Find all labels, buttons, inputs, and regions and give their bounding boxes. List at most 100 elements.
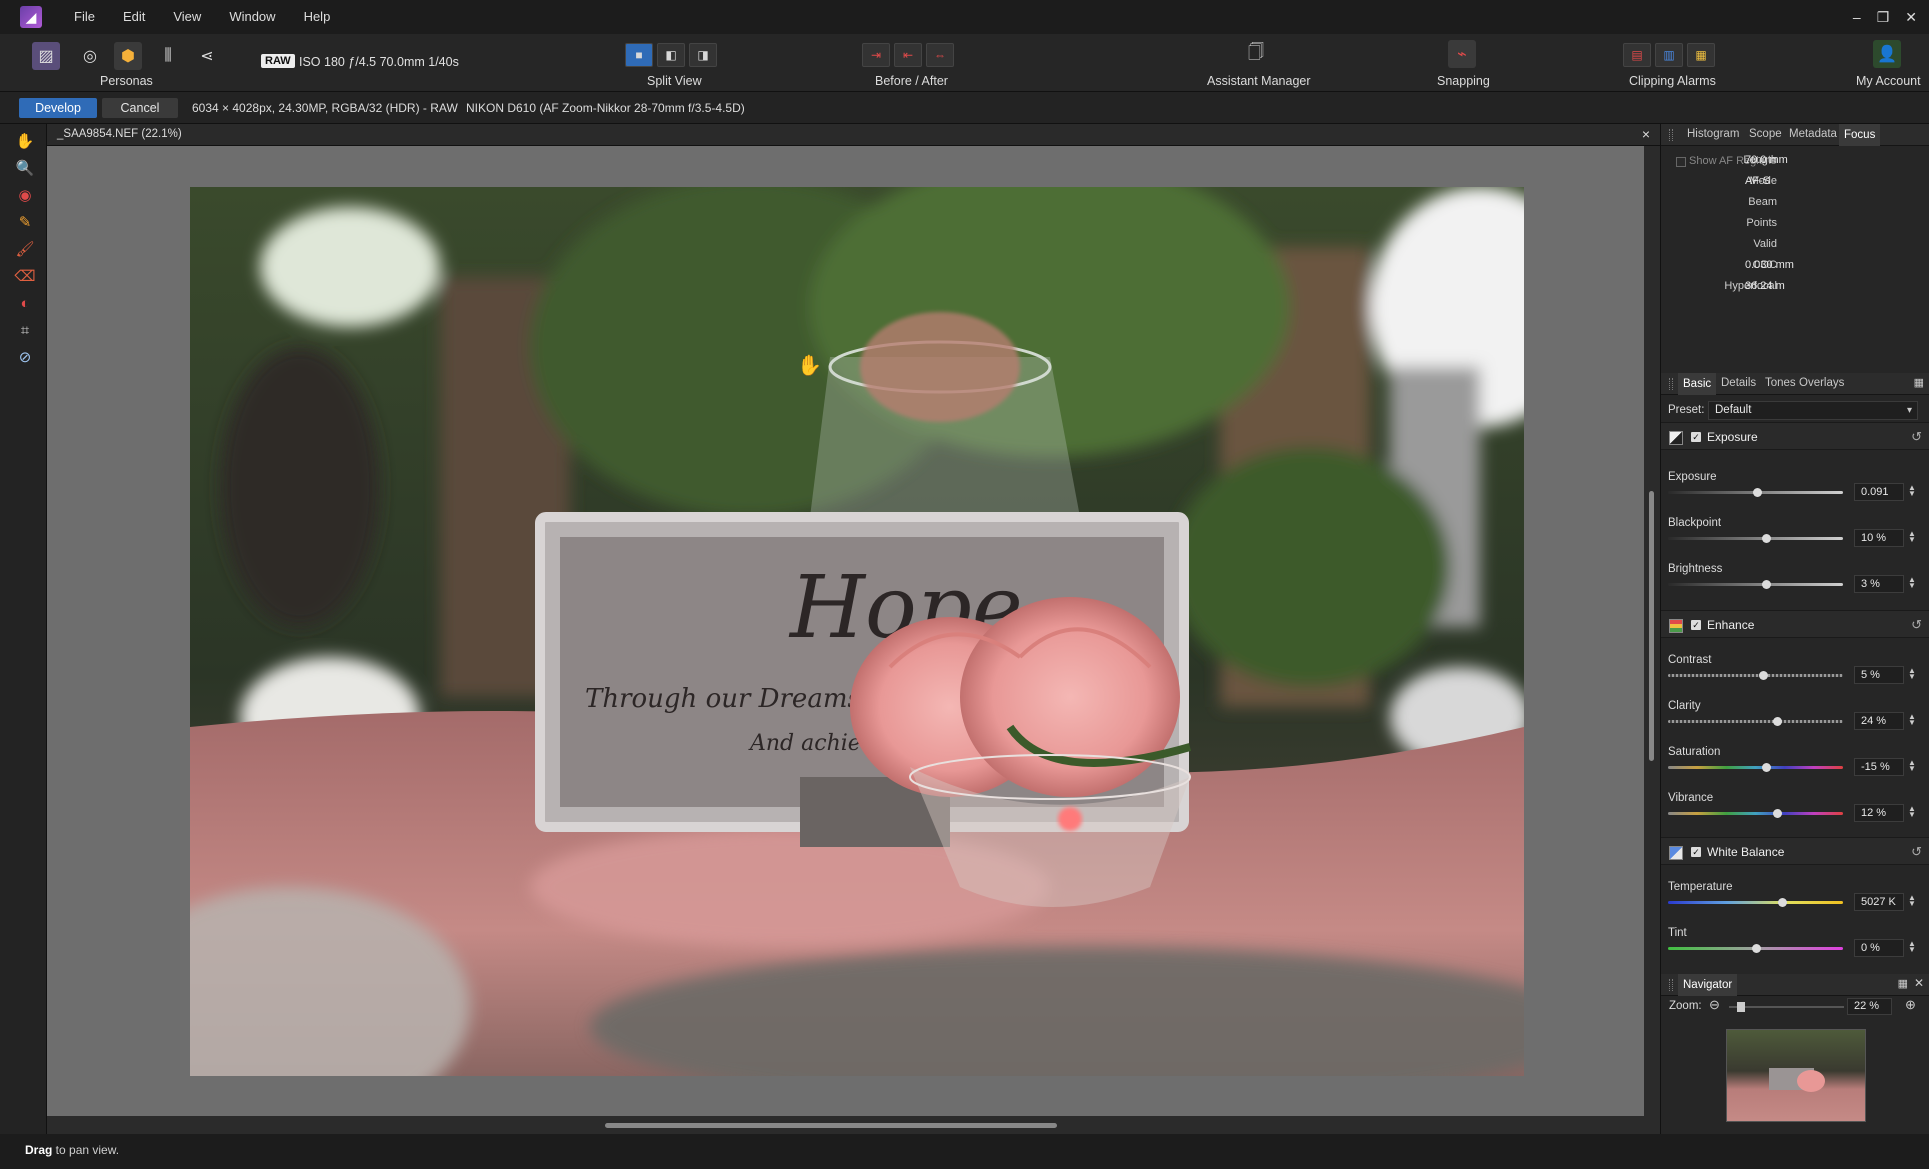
show-af-regions-checkbox[interactable] — [1676, 157, 1686, 167]
zoom-value-field[interactable]: 22 % — [1847, 998, 1892, 1015]
clarity-spinner-icon[interactable]: ▲ ▼ — [1908, 713, 1916, 727]
saturation-slider[interactable] — [1668, 763, 1843, 772]
document-tab[interactable]: _SAA9854.NEF (22.1%) × — [47, 124, 1660, 146]
snapping-magnet-icon[interactable]: ⌁ — [1448, 40, 1476, 68]
zoom-out-icon[interactable]: ⊖ — [1709, 997, 1720, 1013]
white-balance-reset-icon[interactable]: ↺ — [1911, 844, 1922, 860]
menu-view[interactable]: View — [159, 0, 215, 34]
contrast-value-field[interactable]: 5 % — [1854, 666, 1904, 684]
preset-select[interactable]: Default — [1708, 401, 1918, 420]
horizontal-scroll-thumb[interactable] — [605, 1123, 1057, 1128]
menu-file[interactable]: File — [60, 0, 109, 34]
swap-before-after-button[interactable]: ⇔ — [926, 43, 954, 67]
canvas-area[interactable]: Hope Through our Dreams, Hope s And achi… — [47, 146, 1644, 1116]
copy-after-button[interactable]: ⇤ — [894, 43, 922, 67]
develop-persona-icon[interactable]: ⬢ — [114, 42, 142, 70]
vibrance-slider-knob[interactable] — [1773, 809, 1782, 818]
clip-shadows-button[interactable]: ▤ — [1623, 43, 1651, 67]
tone-mapping-persona-icon[interactable]: ⫼ — [154, 42, 182, 70]
menu-window[interactable]: Window — [215, 0, 289, 34]
tab-tones[interactable]: Tones — [1765, 377, 1796, 389]
white-balance-enable-checkbox[interactable]: ✓ — [1691, 847, 1701, 857]
exposure-slider-knob[interactable] — [1753, 488, 1762, 497]
panel-grip-icon[interactable] — [1669, 129, 1673, 141]
overlay-paint-tool-icon[interactable]: 🖌 — [14, 238, 36, 260]
close-window-icon[interactable]: ✕ — [1905, 9, 1917, 26]
account-user-icon[interactable]: 👤 — [1873, 40, 1901, 68]
blackpoint-value-field[interactable]: 10 % — [1854, 529, 1904, 547]
develop-button[interactable]: Develop — [19, 98, 97, 118]
clip-highlights-button[interactable]: ▥ — [1655, 43, 1683, 67]
white-balance-section-header[interactable]: ✓ White Balance ↺ — [1661, 837, 1929, 865]
exposure-section-header[interactable]: ✓ Exposure ↺ — [1661, 422, 1929, 450]
zoom-slider[interactable] — [1729, 1002, 1844, 1012]
vertical-scrollbar[interactable] — [1644, 146, 1660, 1116]
copy-before-button[interactable]: ⇥ — [862, 43, 890, 67]
clip-tones-button[interactable]: ▦ — [1687, 43, 1715, 67]
overlay-gradient-tool-icon[interactable]: ◐ — [14, 292, 36, 314]
contrast-slider-knob[interactable] — [1759, 671, 1768, 680]
tab-basic[interactable]: Basic — [1678, 373, 1717, 395]
affinity-photo-logo-icon[interactable]: ◢ — [20, 6, 42, 28]
contrast-slider[interactable] — [1668, 671, 1843, 680]
photo-persona-icon[interactable]: ▨ — [32, 42, 60, 70]
enhance-reset-icon[interactable]: ↺ — [1911, 617, 1922, 633]
saturation-value-field[interactable]: -15 % — [1854, 758, 1904, 776]
tint-value-field[interactable]: 0 % — [1854, 939, 1904, 957]
exposure-enable-checkbox[interactable]: ✓ — [1691, 432, 1701, 442]
restore-icon[interactable]: ❐ — [1877, 9, 1890, 26]
brightness-slider-knob[interactable] — [1762, 580, 1771, 589]
navigator-menu-icon[interactable]: ▦ — [1898, 977, 1908, 990]
vibrance-slider[interactable] — [1668, 809, 1843, 818]
crop-tool-icon[interactable]: ⌗ — [14, 319, 36, 341]
brightness-slider[interactable] — [1668, 580, 1843, 589]
exposure-reset-icon[interactable]: ↺ — [1911, 429, 1922, 445]
tab-histogram[interactable]: Histogram — [1687, 128, 1739, 140]
brightness-spinner-icon[interactable]: ▲ ▼ — [1908, 576, 1916, 590]
cancel-button[interactable]: Cancel — [102, 98, 178, 118]
tab-metadata[interactable]: Metadata — [1789, 128, 1837, 140]
contrast-spinner-icon[interactable]: ▲ ▼ — [1908, 667, 1916, 681]
menu-help[interactable]: Help — [290, 0, 345, 34]
temperature-slider-knob[interactable] — [1778, 898, 1787, 907]
photo-image[interactable]: Hope Through our Dreams, Hope s And achi… — [190, 187, 1524, 1076]
navigator-close-icon[interactable]: ✕ — [1914, 976, 1924, 990]
tab-scope[interactable]: Scope — [1749, 128, 1782, 140]
brightness-value-field[interactable]: 3 % — [1854, 575, 1904, 593]
horizontal-scrollbar[interactable] — [47, 1116, 1660, 1134]
vibrance-value-field[interactable]: 12 % — [1854, 804, 1904, 822]
clarity-slider-knob[interactable] — [1773, 717, 1782, 726]
panel-menu-icon[interactable]: ▦ — [1914, 376, 1924, 389]
enhance-enable-checkbox[interactable]: ✓ — [1691, 620, 1701, 630]
saturation-slider-knob[interactable] — [1762, 763, 1771, 772]
temperature-value-field[interactable]: 5027 K — [1854, 893, 1904, 911]
temperature-spinner-icon[interactable]: ▲ ▼ — [1908, 894, 1916, 908]
white-balance-picker-icon[interactable]: ⊘ — [14, 346, 36, 368]
vibrance-spinner-icon[interactable]: ▲ ▼ — [1908, 805, 1916, 819]
blemish-removal-tool-icon[interactable]: ✎ — [14, 211, 36, 233]
red-eye-tool-icon[interactable]: ◉ — [14, 184, 36, 206]
exposure-slider[interactable] — [1668, 488, 1843, 497]
panel-grip-icon[interactable] — [1669, 378, 1673, 390]
blackpoint-slider[interactable] — [1668, 534, 1843, 543]
single-view-button[interactable]: ■ — [625, 43, 653, 67]
saturation-spinner-icon[interactable]: ▲ ▼ — [1908, 759, 1916, 773]
exposure-value-field[interactable]: 0.091 — [1854, 483, 1904, 501]
tab-details[interactable]: Details — [1721, 377, 1756, 389]
navigator-thumbnail[interactable] — [1726, 1029, 1866, 1122]
export-persona-icon[interactable]: ⋖ — [193, 42, 221, 70]
mirror-view-button[interactable]: ◨ — [689, 43, 717, 67]
clarity-value-field[interactable]: 24 % — [1854, 712, 1904, 730]
liquify-persona-icon[interactable]: ◎ — [76, 42, 104, 70]
close-document-icon[interactable]: × — [1642, 126, 1650, 142]
overlay-erase-tool-icon[interactable]: ⌫ — [14, 265, 36, 287]
panel-grip-icon[interactable] — [1669, 979, 1673, 991]
hand-tool-icon[interactable]: ✋ — [14, 130, 36, 152]
assistant-manager-icon[interactable]: 🗍 — [1242, 40, 1270, 68]
temperature-slider[interactable] — [1668, 898, 1843, 907]
tab-focus[interactable]: Focus — [1839, 124, 1881, 146]
enhance-section-header[interactable]: ✓ Enhance ↺ — [1661, 610, 1929, 638]
clarity-slider[interactable] — [1668, 717, 1843, 726]
zoom-tool-icon[interactable]: 🔍 — [14, 157, 36, 179]
tint-slider-knob[interactable] — [1752, 944, 1761, 953]
